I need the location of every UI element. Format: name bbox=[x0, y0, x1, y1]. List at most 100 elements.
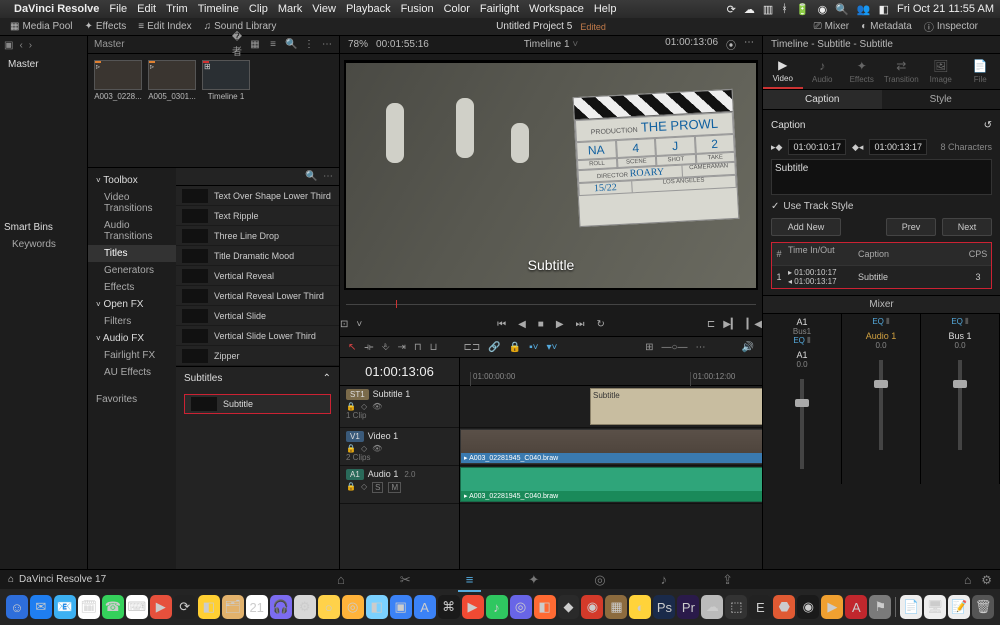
use-track-style-checkbox[interactable]: ✓ bbox=[771, 201, 779, 212]
effect-category[interactable]: Video Transitions bbox=[88, 189, 176, 217]
menu-view[interactable]: View bbox=[312, 3, 336, 15]
dock-app[interactable]: ⚑ bbox=[869, 595, 891, 619]
mixer-strip[interactable]: EQ ⦀ Bus 1 0.0 bbox=[921, 314, 1000, 484]
effect-category[interactable]: ˅ Audio FX bbox=[88, 330, 176, 347]
dock-app[interactable]: ☎ bbox=[102, 595, 124, 619]
track-solo-button[interactable]: S bbox=[372, 482, 383, 493]
menu-file[interactable]: File bbox=[109, 3, 127, 15]
inspector-toggle[interactable]: ⓘ Inspector bbox=[924, 19, 978, 34]
dock-app[interactable]: ⌨ bbox=[126, 595, 148, 619]
video-track[interactable]: ▸ A003_02281945_C040.braw bbox=[460, 428, 762, 466]
effect-category[interactable]: Favorites bbox=[88, 391, 176, 408]
menubar-sync-icon[interactable]: ⟳ bbox=[727, 3, 736, 16]
mixer-audio-icon[interactable]: 🔊 bbox=[742, 342, 754, 353]
track-enable-icon[interactable]: ◇ bbox=[361, 402, 367, 411]
dock-app[interactable]: ⬚ bbox=[725, 595, 747, 619]
effect-category[interactable]: ˅ Open FX bbox=[88, 296, 176, 313]
subtitle-track[interactable]: Subtitle Add Subtitle bbox=[460, 386, 762, 428]
page-1[interactable]: ✂ bbox=[400, 572, 411, 588]
effect-category[interactable]: AU Effects bbox=[88, 364, 176, 381]
track-head-audio[interactable]: A1Audio 12.0 🔒◇SM bbox=[340, 466, 459, 504]
dock-app[interactable]: Pr bbox=[677, 595, 699, 619]
sidebar-icon[interactable]: ▣ bbox=[4, 40, 13, 51]
effect-title-item[interactable]: Zipper bbox=[176, 346, 339, 366]
page-0[interactable]: ⌂ bbox=[337, 572, 345, 588]
collapse-icon[interactable]: ⌃ bbox=[323, 373, 331, 384]
gang-icon[interactable]: ▶▎ bbox=[723, 319, 738, 330]
selection-tool[interactable]: ↖ bbox=[348, 342, 356, 353]
page-4[interactable]: ◎ bbox=[594, 572, 605, 588]
audio-track[interactable]: ▸ A003_02281945_C040.braw bbox=[460, 466, 762, 504]
add-new-button[interactable]: Add New bbox=[771, 218, 841, 236]
inspector-tab-file[interactable]: 📄File bbox=[961, 54, 1000, 89]
menu-help[interactable]: Help bbox=[594, 3, 617, 15]
play-button[interactable]: ▶ bbox=[556, 319, 564, 330]
timeline-options[interactable]: ⋯ bbox=[696, 342, 706, 353]
dock-app[interactable]: ▦ bbox=[605, 595, 627, 619]
replace-tool[interactable]: ⊔ bbox=[430, 342, 438, 353]
effect-title-item[interactable]: Text Over Shape Lower Third bbox=[176, 186, 339, 206]
page-5[interactable]: ♪ bbox=[661, 572, 668, 588]
filter-icon[interactable]: ⋮ bbox=[303, 39, 315, 50]
menu-timeline[interactable]: Timeline bbox=[198, 3, 239, 15]
media-clip[interactable]: ▹A005_0301... bbox=[148, 60, 196, 101]
dock-app[interactable]: ✉ bbox=[30, 595, 52, 619]
prev-caption-button[interactable]: Prev bbox=[886, 218, 936, 236]
prev-frame-button[interactable]: ◀ bbox=[518, 319, 526, 330]
viewer-overlay-icon[interactable]: ⊡ bbox=[340, 319, 348, 330]
menu-trim[interactable]: Trim bbox=[166, 3, 188, 15]
sidebar-nav-back[interactable]: ‹ bbox=[19, 40, 22, 51]
bin-master[interactable]: Master bbox=[4, 57, 83, 72]
menubar-wifi-icon[interactable]: ◉ bbox=[818, 3, 828, 16]
menubar-user-icon[interactable]: 👥 bbox=[857, 3, 871, 16]
menu-fusion[interactable]: Fusion bbox=[401, 3, 434, 15]
video-clip[interactable]: ▸ A003_02281945_C040.braw bbox=[460, 429, 762, 464]
effect-title-item[interactable]: Text Ripple bbox=[176, 206, 339, 226]
menubar-bluetooth-icon[interactable]: ᚼ bbox=[781, 3, 788, 15]
menu-mark[interactable]: Mark bbox=[278, 3, 302, 15]
dock-app[interactable]: ☺ bbox=[6, 595, 28, 619]
dock-app[interactable]: ◉ bbox=[797, 595, 819, 619]
program-viewer[interactable]: PRODUCTION THE PROWL NA 4 J 2 ROLL SCENE… bbox=[344, 60, 758, 290]
inspector-tab-effects[interactable]: ✦Effects bbox=[842, 54, 882, 89]
inspector-tab-video[interactable]: ▶Video bbox=[763, 54, 803, 89]
dock-app[interactable]: ○ bbox=[318, 595, 340, 619]
effect-category[interactable]: Filters bbox=[88, 313, 176, 330]
viewer-timeline-name[interactable]: Timeline 1 bbox=[524, 39, 570, 50]
dock-app[interactable]: 🗓 bbox=[78, 595, 100, 619]
page-3[interactable]: ✦ bbox=[528, 572, 539, 588]
options-icon[interactable]: ⋯ bbox=[321, 39, 333, 50]
caption-text-field[interactable]: Subtitle bbox=[771, 159, 992, 195]
inspector-tab-transition[interactable]: ⇄Transition bbox=[882, 54, 922, 89]
dock-app[interactable]: 🎧 bbox=[270, 595, 292, 619]
viewer-zoom[interactable]: 78% bbox=[348, 39, 368, 50]
effect-category[interactable]: Generators bbox=[88, 262, 176, 279]
dock-app[interactable]: ☁ bbox=[701, 595, 723, 619]
media-clip[interactable]: ⊞Timeline 1 bbox=[202, 60, 250, 101]
track-enable-icon[interactable]: ◇ bbox=[361, 482, 367, 493]
track-mute-button[interactable]: M bbox=[388, 482, 401, 493]
dock-app[interactable]: ◐ bbox=[629, 595, 651, 619]
dock-app[interactable]: A bbox=[414, 595, 436, 619]
link-toggle[interactable]: 🔗 bbox=[488, 342, 500, 353]
smart-bin-keywords[interactable]: Keywords bbox=[4, 239, 83, 250]
effect-category[interactable]: Fairlight FX bbox=[88, 347, 176, 364]
effect-category[interactable]: Effects bbox=[88, 279, 176, 296]
dock-app[interactable]: 📄 bbox=[900, 595, 922, 619]
dock-app[interactable]: 🖥 bbox=[924, 595, 946, 619]
dock-app[interactable]: ⬣ bbox=[773, 595, 795, 619]
page-6[interactable]: ⇪ bbox=[722, 572, 733, 588]
dock-app[interactable]: ▣ bbox=[390, 595, 412, 619]
end-timecode-field[interactable]: 01:00:13:17 bbox=[869, 139, 927, 155]
media-pool-breadcrumb[interactable]: Master bbox=[94, 39, 225, 50]
track-lock-icon[interactable]: 🔒 bbox=[346, 444, 356, 453]
keyframe-end-icon[interactable]: ◆◂ bbox=[852, 142, 863, 153]
effect-category[interactable]: ˅ Toolbox bbox=[88, 172, 176, 189]
next-frame-button[interactable]: ⏭ bbox=[576, 319, 585, 330]
effects-options-icon[interactable]: ⋯ bbox=[323, 171, 333, 182]
dock-app[interactable]: 📝 bbox=[948, 595, 970, 619]
blade-tool[interactable]: ⎀ bbox=[381, 342, 389, 353]
track-lock-icon[interactable]: 🔒 bbox=[346, 482, 356, 493]
menu-fairlight[interactable]: Fairlight bbox=[480, 3, 519, 15]
dock-app[interactable]: ▶ bbox=[462, 595, 484, 619]
